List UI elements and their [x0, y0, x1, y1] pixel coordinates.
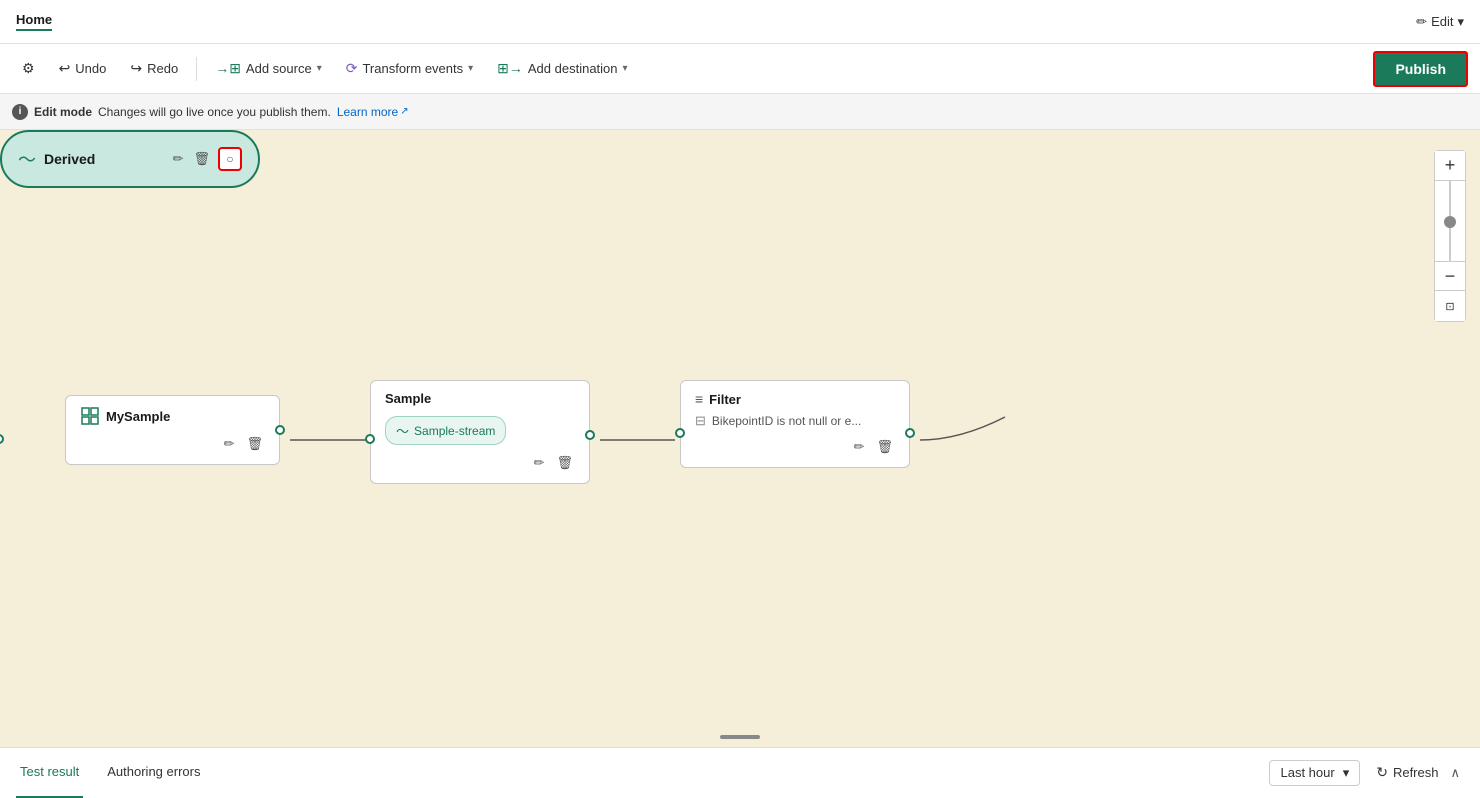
add-dest-chevron-icon: ▾ — [623, 63, 628, 74]
tab-authoring-errors[interactable]: Authoring errors — [103, 748, 204, 798]
derived-actions: ✏ 🗑 ○ — [171, 147, 242, 171]
redo-button[interactable]: ↪ Redo — [120, 54, 188, 83]
source-node-label: MySample — [106, 409, 170, 424]
filter-row-icon: ⊟ — [695, 413, 706, 429]
external-link-icon: ↗ — [400, 106, 408, 117]
redo-icon: ↪ — [130, 60, 142, 77]
collapse-icon: ∧ — [1450, 765, 1460, 780]
sample-node-label: Sample — [385, 391, 431, 406]
node-sample: Sample 〜 Sample-stream ✏ 🗑 — [370, 380, 590, 484]
derived-red-button[interactable]: ○ — [218, 147, 242, 171]
edit-button[interactable]: ✏ Edit ▾ — [1416, 14, 1464, 30]
filter-delete-button[interactable]: 🗑 — [874, 437, 895, 457]
undo-label: Undo — [75, 61, 106, 76]
edit-mode-label: Edit mode — [34, 105, 92, 119]
learn-more-link[interactable]: Learn more ↗ — [337, 105, 409, 119]
transform-icon: ⟳ — [346, 60, 358, 77]
derived-edit-button[interactable]: ✏ — [171, 149, 186, 169]
undo-button[interactable]: ↩ Undo — [49, 54, 117, 83]
refresh-button[interactable]: ↻ Refresh — [1368, 760, 1446, 785]
filter-node-actions: ✏ 🗑 — [695, 437, 895, 457]
filter-condition: BikepointID is not null or e... — [712, 414, 861, 428]
filter-row: ⊟ BikepointID is not null or e... — [695, 413, 895, 429]
edit-banner: i Edit mode Changes will go live once yo… — [0, 94, 1480, 130]
add-source-label: Add source — [246, 61, 312, 76]
filter-icon: ≡ — [695, 391, 703, 407]
sample-delete-button[interactable]: 🗑 — [554, 453, 575, 473]
node-source-title: MySample — [80, 406, 265, 426]
sample-edit-button[interactable]: ✏ — [532, 453, 547, 473]
edit-banner-message: Changes will go live once you publish th… — [98, 105, 331, 119]
filter-node-label: Filter — [709, 392, 741, 407]
source-edit-button[interactable]: ✏ — [222, 434, 237, 454]
add-source-chevron-icon: ▾ — [317, 63, 322, 74]
derived-node-icon: 〜 — [18, 146, 36, 172]
derived-node-label: Derived — [44, 151, 163, 167]
toolbar: ⚙ ↩ Undo ↪ Redo →⊞ Add source ▾ ⟳ Transf… — [0, 44, 1480, 94]
zoom-out-button[interactable]: − — [1435, 261, 1465, 291]
derived-delete-button[interactable]: 🗑 — [191, 149, 212, 169]
source-node-actions: ✏ 🗑 — [80, 434, 265, 454]
refresh-icon: ↻ — [1376, 764, 1388, 781]
time-select-label: Last hour — [1280, 765, 1334, 780]
edit-chevron-icon: ▾ — [1457, 14, 1464, 30]
canvas: MySample ✏ 🗑 Sample 〜 Sample-stream ✏ 🗑 — [0, 130, 1480, 747]
sample-node-actions: ✏ 🗑 — [385, 453, 575, 473]
source-node-icon — [80, 406, 100, 426]
sample-input-dot[interactable] — [365, 434, 375, 444]
node-filter-title: ≡ Filter — [695, 391, 895, 407]
add-dest-label: Add destination — [528, 61, 618, 76]
filter-edit-button[interactable]: ✏ — [852, 437, 867, 457]
zoom-slider-track — [1449, 181, 1451, 261]
settings-icon: ⚙ — [22, 60, 35, 77]
undo-icon: ↩ — [59, 60, 71, 77]
derived-input-dot[interactable] — [0, 434, 4, 444]
zoom-in-button[interactable]: + — [1435, 151, 1465, 181]
zoom-slider-thumb[interactable] — [1444, 216, 1456, 228]
publish-button[interactable]: Publish — [1373, 51, 1468, 87]
sample-pill: 〜 Sample-stream — [385, 416, 506, 445]
refresh-label: Refresh — [1393, 765, 1439, 780]
scroll-indicator — [720, 735, 760, 739]
home-tab[interactable]: Home — [16, 12, 52, 31]
sample-pill-icon: 〜 — [396, 421, 409, 440]
transform-chevron-icon: ▾ — [468, 63, 473, 74]
collapse-button[interactable]: ∧ — [1446, 761, 1464, 785]
node-sample-title: Sample — [385, 391, 575, 406]
top-nav: Home ✏ Edit ▾ — [0, 0, 1480, 44]
zoom-fit-button[interactable]: ⊡ — [1435, 291, 1465, 321]
node-filter: ≡ Filter ⊟ BikepointID is not null or e.… — [680, 380, 910, 468]
add-source-icon: →⊞ — [215, 60, 241, 77]
add-source-button[interactable]: →⊞ Add source ▾ — [205, 54, 332, 83]
edit-icon: ✏ — [1416, 14, 1427, 30]
edit-label: Edit — [1431, 14, 1453, 29]
time-select-chevron-icon: ▾ — [1343, 765, 1350, 781]
learn-more-text: Learn more — [337, 105, 398, 119]
node-source: MySample ✏ 🗑 — [65, 395, 280, 465]
transform-label: Transform events — [362, 61, 463, 76]
bottom-bar: Test result Authoring errors Last hour ▾… — [0, 747, 1480, 797]
info-icon: i — [12, 104, 28, 120]
redo-label: Redo — [147, 61, 178, 76]
time-select[interactable]: Last hour ▾ — [1269, 760, 1360, 786]
filter-input-dot[interactable] — [675, 428, 685, 438]
tab-test-result[interactable]: Test result — [16, 748, 83, 798]
zoom-controls: + − ⊡ — [1434, 150, 1466, 322]
sample-pill-label: Sample-stream — [414, 424, 495, 438]
source-delete-button[interactable]: 🗑 — [244, 434, 265, 454]
filter-output-dot[interactable] — [905, 428, 915, 438]
transform-button[interactable]: ⟳ Transform events ▾ — [336, 54, 483, 83]
node-derived: 〜 Derived ✏ 🗑 ○ — [0, 130, 260, 188]
settings-button[interactable]: ⚙ — [12, 54, 45, 83]
sample-output-dot[interactable] — [585, 430, 595, 440]
source-output-dot[interactable] — [275, 425, 285, 435]
authoring-errors-label: Authoring errors — [107, 764, 200, 779]
add-dest-icon: ⊞→ — [497, 60, 523, 77]
add-destination-button[interactable]: ⊞→ Add destination ▾ — [487, 54, 637, 83]
test-result-label: Test result — [20, 764, 79, 779]
divider1 — [196, 57, 197, 81]
